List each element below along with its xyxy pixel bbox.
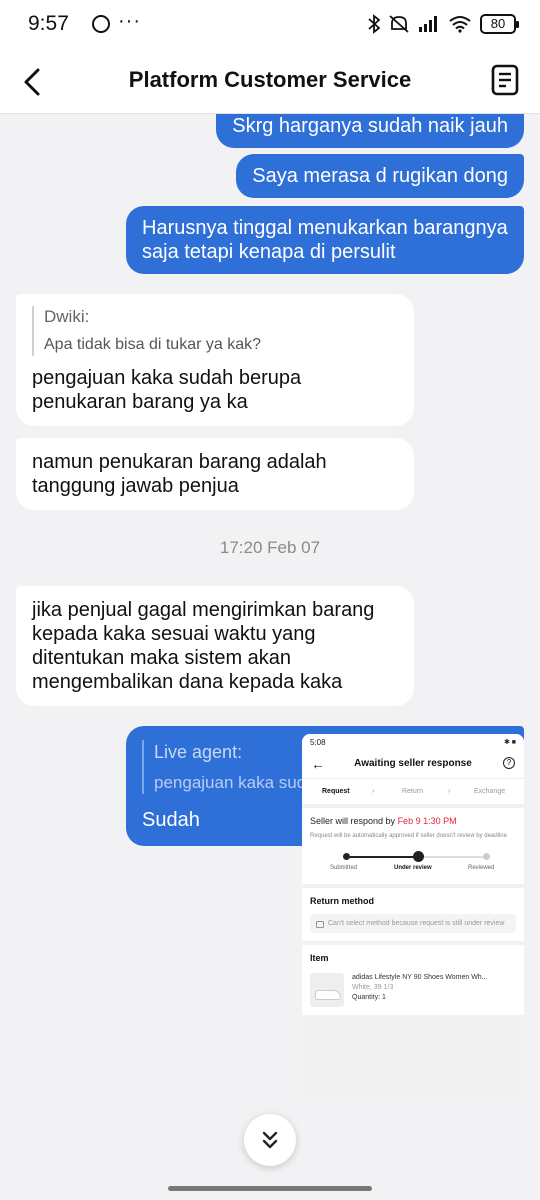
- chevron-right-icon: ›: [372, 788, 375, 795]
- track-submitted: Submitted: [330, 865, 358, 871]
- attachment-time: 5:08: [310, 738, 326, 747]
- respond-by: Seller will respond by Feb 9 1:30 PM: [310, 816, 457, 826]
- product-variant: White, 39 1/3: [352, 984, 394, 991]
- product-thumbnail: [310, 973, 344, 1007]
- quoted-author: Dwiki:: [44, 307, 90, 326]
- progress-dot: [343, 853, 350, 860]
- attachment-response-card: Seller will respond by Feb 9 1:30 PM Req…: [302, 808, 524, 884]
- progress-line-pending: [416, 856, 486, 858]
- message-outgoing[interactable]: Skrg harganya sudah naik jauh: [216, 114, 524, 148]
- return-method-note: Can't select method because request is s…: [310, 914, 516, 933]
- message-text: pengajuan kaka sudah berupa penukaran ba…: [32, 367, 302, 413]
- home-indicator[interactable]: [168, 1186, 372, 1191]
- approval-note: Request will be automatically approved i…: [310, 833, 507, 839]
- step-request: Request: [322, 788, 350, 795]
- attachment-title: Awaiting seller response: [354, 758, 472, 769]
- wifi-icon: [449, 16, 471, 33]
- attachment-return-card: Return method Can't select method becaus…: [302, 888, 524, 941]
- progress-dot-current: [413, 851, 424, 862]
- image-attachment[interactable]: 5:08 ✱ ■ ← Awaiting seller response ? Re…: [302, 734, 524, 1094]
- progress-tracker: Submitted Under review Reviewed: [310, 846, 516, 876]
- battery-indicator: 80: [480, 14, 519, 34]
- attachment-item-card: Item adidas Lifestyle NY 90 Shoes Women …: [302, 945, 524, 1015]
- attachment-status-bar: 5:08 ✱ ■: [302, 734, 524, 750]
- message-incoming[interactable]: jika penjual gagal mengirimkan barang ke…: [16, 586, 414, 706]
- step-return: Return: [402, 788, 424, 795]
- quoted-message: Dwiki: Apa tidak bisa di tukar ya kak?: [32, 306, 398, 356]
- document-icon[interactable]: [490, 64, 520, 96]
- message-incoming[interactable]: namun penukaran barang adalah tanggung j…: [16, 438, 414, 510]
- bluetooth-icon: [368, 14, 380, 34]
- help-icon: ?: [503, 757, 515, 769]
- double-chevron-down-icon: [262, 1131, 278, 1149]
- product-info: adidas Lifestyle NY 90 Shoes Women Wh...…: [352, 973, 512, 1007]
- attachment-status-icons: ✱ ■: [503, 739, 516, 746]
- status-time: 9:57: [28, 12, 69, 35]
- attachment-steps: Request › Return › Exchange: [302, 778, 524, 804]
- chevron-right-icon: ›: [448, 788, 451, 795]
- message-outgoing[interactable]: Saya merasa d rugikan dong: [236, 154, 524, 198]
- step-exchange: Exchange: [474, 788, 506, 795]
- product-quantity: Quantity: 1: [352, 994, 386, 1001]
- message-incoming[interactable]: Dwiki: Apa tidak bisa di tukar ya kak? p…: [16, 294, 414, 426]
- item-title: Item: [310, 953, 329, 963]
- return-method-title: Return method: [310, 896, 374, 906]
- message-timestamp: 17:20 Feb 07: [219, 538, 321, 557]
- progress-line-done: [346, 856, 416, 858]
- attachment-header: ← Awaiting seller response ?: [302, 750, 524, 778]
- message-outgoing[interactable]: Harusnya tinggal menukarkan barangnya sa…: [126, 206, 524, 274]
- status-icons: 80: [368, 14, 519, 34]
- track-reviewed: Reviewed: [468, 865, 495, 871]
- signal-icon: [419, 16, 437, 32]
- whatsapp-icon: [92, 15, 110, 33]
- chat-header: Platform Customer Service: [0, 52, 540, 114]
- status-bar: 9:57 ··· 80: [0, 0, 540, 52]
- scroll-to-bottom-button[interactable]: [244, 1114, 296, 1166]
- mute-icon: [389, 15, 409, 33]
- progress-dot: [483, 853, 490, 860]
- product-row: adidas Lifestyle NY 90 Shoes Women Wh...…: [310, 973, 516, 1007]
- page-title: Platform Customer Service: [128, 67, 412, 92]
- track-under-review: Under review: [394, 865, 432, 871]
- product-name: adidas Lifestyle NY 90 Shoes Women Wh...: [352, 974, 488, 981]
- status-overflow: ···: [118, 10, 141, 32]
- quoted-text: Apa tidak bisa di tukar ya kak?: [44, 336, 262, 353]
